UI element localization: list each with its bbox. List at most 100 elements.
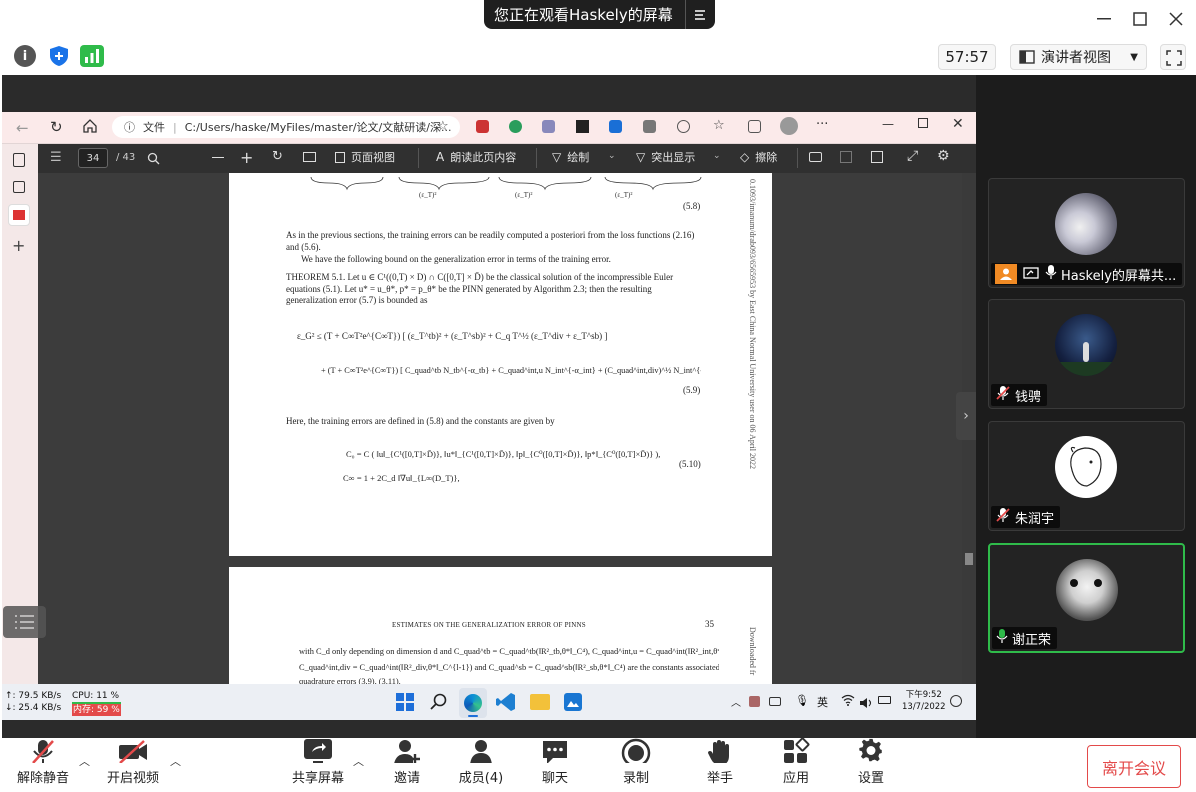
sidebar-tabs-icon[interactable] (13, 153, 25, 167)
profile-avatar[interactable] (780, 117, 798, 135)
share-screen-button[interactable]: 共享屏幕 (283, 738, 353, 792)
tray-app-icon[interactable] (749, 696, 760, 707)
equation-line: C∞ = 1 + 2C_d ‖∇u‖_{L∞(D_T)}, (343, 473, 460, 483)
search-icon[interactable] (147, 150, 160, 169)
chat-button[interactable]: 聊天 (520, 738, 590, 792)
scrollbar-thumb[interactable] (965, 553, 973, 565)
erase-button[interactable]: ◇ 擦除 (740, 149, 777, 165)
file-explorer-icon[interactable] (530, 694, 550, 710)
participant-nametag: 谢正荣 (992, 627, 1058, 649)
back-icon[interactable]: ← (16, 119, 29, 137)
browser-minimize-icon[interactable]: — (882, 117, 894, 131)
view-selector[interactable]: 演讲者视图 ▼ (1010, 44, 1147, 70)
equation-line: C₀ = C ( ‖u‖_{C¹([0,T]×D̄)}, ‖u*‖_{C¹([0… (346, 449, 661, 459)
photos-icon[interactable] (564, 693, 582, 711)
draw-icon: ▽ (552, 150, 562, 164)
sidebar-history-icon[interactable] (13, 181, 25, 193)
browser-restore-icon[interactable] (918, 118, 928, 128)
highlight-chevron-icon[interactable]: ⌄ (713, 151, 721, 161)
sidebar-pdf-icon[interactable] (8, 204, 30, 226)
upload-speed: ↑: 79.5 KB/s (5, 691, 62, 701)
ime-indicator[interactable]: 英 (817, 694, 828, 710)
save-icon[interactable] (840, 151, 852, 163)
signal-icon[interactable] (80, 45, 104, 67)
page-number-input[interactable]: 34 (78, 148, 108, 168)
page-view-button[interactable]: 页面视图 (335, 149, 395, 165)
taskbar-edge-app[interactable] (459, 688, 487, 718)
zoom-out-icon[interactable] (212, 157, 224, 159)
start-video-button[interactable]: 开启视频 (98, 738, 168, 792)
close-icon[interactable] (1165, 8, 1187, 30)
extension-green-icon[interactable] (509, 120, 522, 133)
pdf-settings-icon[interactable]: ⚙ (937, 148, 950, 164)
draw-button[interactable]: ▽ 绘制 (552, 149, 589, 165)
favorites-icon[interactable]: ☆ (713, 118, 725, 133)
favorite-star-icon[interactable]: ☆ (437, 119, 449, 134)
tray-chevron-icon[interactable]: ︿ (731, 694, 741, 709)
share-banner[interactable]: 您正在观看Haskely的屏幕 (484, 0, 715, 29)
share-options-chevron-icon[interactable]: ︿ (353, 753, 364, 769)
fullscreen-icon[interactable] (1160, 44, 1186, 70)
avatar (1055, 193, 1117, 255)
participant-tile-active-speaker[interactable]: 谢正荣 (988, 543, 1185, 653)
taskbar-search-icon[interactable] (430, 693, 448, 715)
extension-app-icon[interactable] (542, 120, 555, 133)
host-icon (995, 264, 1017, 284)
raise-hand-button[interactable]: 举手 (685, 738, 755, 792)
zoom-in-icon[interactable]: + (240, 148, 253, 167)
maximize-icon[interactable] (1129, 8, 1151, 30)
info-icon[interactable]: i (14, 45, 36, 67)
windows-start-icon[interactable] (396, 693, 414, 715)
battery-icon[interactable] (878, 696, 891, 704)
volume-icon[interactable] (859, 694, 873, 713)
print-icon[interactable] (809, 152, 822, 162)
contents-list-icon[interactable]: ☰ (50, 150, 62, 165)
browser-close-icon[interactable]: ✕ (952, 116, 964, 132)
collections-icon[interactable] (748, 120, 761, 133)
apps-button[interactable]: 应用 (761, 738, 831, 792)
leave-meeting-button[interactable]: 离开会议 (1087, 745, 1181, 788)
fit-page-icon[interactable] (303, 152, 316, 162)
extension-chart-icon[interactable] (643, 120, 656, 133)
outline-toggle-icon[interactable] (3, 606, 46, 638)
settings-button[interactable]: 设置 (836, 738, 906, 792)
video-options-chevron-icon[interactable]: ︿ (170, 753, 181, 769)
participants-button[interactable]: 成员(4) (446, 738, 516, 792)
read-aloud-button[interactable]: A 朗读此页内容 (436, 149, 516, 165)
more-icon[interactable]: ··· (816, 117, 828, 132)
expand-icon[interactable]: ⤢ (907, 148, 918, 164)
extension-outlook-icon[interactable] (609, 120, 622, 133)
extension-puzzle-icon[interactable] (677, 120, 690, 133)
hand-icon (708, 740, 729, 763)
invite-button[interactable]: 邀请 (372, 738, 442, 792)
notification-icon[interactable] (950, 695, 962, 707)
highlight-button[interactable]: ▽ 突出显示 (636, 149, 695, 165)
participant-tile[interactable]: Haskely的屏幕共... (988, 178, 1185, 288)
paragraph: As in the previous sections, the trainin… (286, 230, 695, 252)
sidebar-add-icon[interactable]: + (12, 236, 25, 255)
vscode-icon[interactable] (496, 692, 516, 716)
home-icon[interactable] (83, 118, 97, 137)
extension-grid-icon[interactable] (576, 120, 589, 133)
audio-options-chevron-icon[interactable]: ︿ (79, 753, 90, 769)
taskbar-clock[interactable]: 下午9:52 13/7/2022 (902, 689, 946, 713)
unmute-button[interactable]: 解除静音 (8, 738, 78, 792)
collapse-gallery-icon[interactable]: › (956, 392, 976, 440)
banner-menu-icon[interactable] (685, 0, 715, 29)
save-as-icon[interactable] (871, 151, 883, 163)
keyboard-icon[interactable] (769, 697, 781, 706)
eraser-icon: ◇ (740, 150, 750, 164)
minimize-icon[interactable] (1093, 8, 1115, 30)
extension-ublock-icon[interactable] (476, 120, 489, 133)
shield-icon[interactable] (48, 45, 70, 71)
rotate-icon[interactable]: ↻ (272, 149, 283, 164)
draw-chevron-icon[interactable]: ⌄ (608, 151, 616, 161)
wifi-icon[interactable] (841, 694, 855, 709)
participant-tile[interactable]: 朱润宇 (988, 421, 1185, 531)
refresh-icon[interactable]: ↻ (50, 118, 63, 136)
participant-tile[interactable]: 钱骋 (988, 299, 1185, 409)
screen-share-icon (1021, 267, 1041, 281)
address-input[interactable]: ⓘ 文件 | C:/Users/haske/MyFiles/master/论文/… (112, 116, 460, 138)
mic-tray-icon[interactable]: 🎙 (795, 694, 809, 707)
record-button[interactable]: 录制 (601, 738, 671, 792)
